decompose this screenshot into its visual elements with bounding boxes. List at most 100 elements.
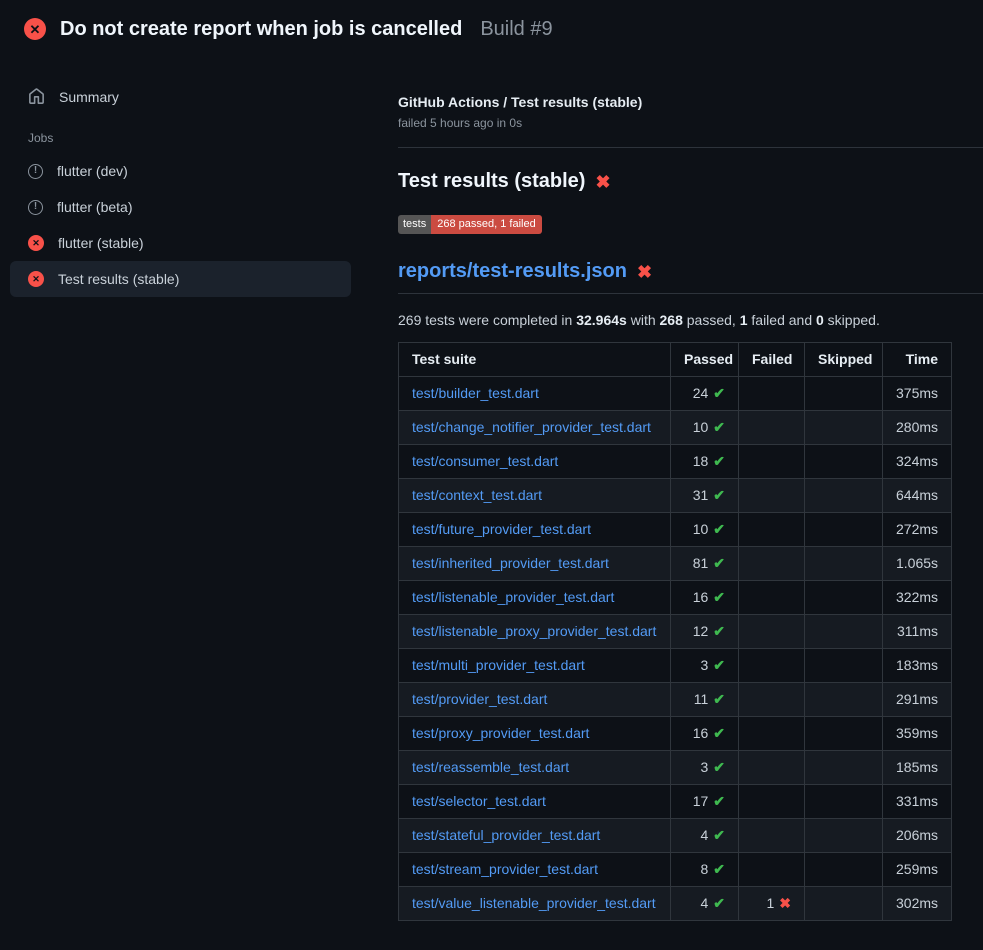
summary-text: skipped. (824, 312, 880, 328)
table-row: test/change_notifier_provider_test.dart 1… (399, 411, 952, 445)
build-number: Build #9 (480, 18, 552, 41)
report-file-link[interactable]: reports/test-results.json (398, 260, 627, 283)
suite-link[interactable]: test/future_provider_test.dart (412, 521, 591, 537)
suite-link[interactable]: test/consumer_test.dart (412, 453, 558, 469)
table-row: test/value_listenable_provider_test.dart… (399, 887, 952, 921)
suite-link[interactable]: test/provider_test.dart (412, 691, 547, 707)
sidebar-item-test-results-stable[interactable]: ✕ Test results (stable) (10, 261, 351, 297)
failed-cell: 1✖ (739, 887, 805, 921)
test-results-table: Test suitePassedFailedSkippedTime test/b… (398, 342, 952, 921)
section-heading: Test results (stable) ✖ (398, 170, 983, 193)
skipped-cell (805, 581, 883, 615)
check-icon: ✔ (713, 623, 725, 639)
check-icon: ✔ (713, 895, 725, 911)
suite-cell: test/context_test.dart (399, 479, 671, 513)
suite-link[interactable]: test/listenable_provider_test.dart (412, 589, 614, 605)
failed-cell-value: 1 (766, 895, 774, 911)
time-cell: 311ms (883, 615, 952, 649)
suite-link[interactable]: test/value_listenable_provider_test.dart (412, 895, 656, 911)
passed-cell: 10✔ (671, 513, 739, 547)
suite-link[interactable]: test/proxy_provider_test.dart (412, 725, 589, 741)
table-row: test/inherited_provider_test.dart81✔1.06… (399, 547, 952, 581)
skipped-cell (805, 445, 883, 479)
cross-mark-icon: ✖ (637, 263, 652, 281)
failed-cell (739, 581, 805, 615)
suite-link[interactable]: test/stream_provider_test.dart (412, 861, 598, 877)
suite-link[interactable]: test/inherited_provider_test.dart (412, 555, 609, 571)
sidebar-item-label: flutter (stable) (58, 235, 144, 251)
failed-cell (739, 853, 805, 887)
passed-cell-value: 81 (693, 555, 709, 571)
suite-cell: test/listenable_provider_test.dart (399, 581, 671, 615)
suite-link[interactable]: test/change_notifier_provider_test.dart (412, 419, 651, 435)
column-header-passed: Passed (671, 343, 739, 377)
table-row: test/provider_test.dart11✔291ms (399, 683, 952, 717)
summary-value: 32.964s (576, 312, 627, 328)
breadcrumb: GitHub Actions / Test results (stable) (398, 94, 983, 110)
section-title: Test results (stable) (398, 170, 585, 193)
passed-cell: 10✔ (671, 411, 739, 445)
home-icon (28, 88, 45, 105)
suite-link[interactable]: test/multi_provider_test.dart (412, 657, 585, 673)
check-icon: ✔ (713, 657, 725, 673)
passed-cell: 16✔ (671, 717, 739, 751)
sidebar-item-summary[interactable]: Summary (10, 78, 351, 115)
table-row: test/consumer_test.dart18✔324ms (399, 445, 952, 479)
summary-value: 0 (816, 312, 824, 328)
check-icon: ✔ (713, 419, 725, 435)
table-header-row: Test suitePassedFailedSkippedTime (399, 343, 952, 377)
check-icon: ✔ (713, 487, 725, 503)
sidebar: Summary Jobs ! flutter (dev) ! flutter (… (0, 56, 374, 297)
failed-cell (739, 649, 805, 683)
summary-text: passed, (683, 312, 740, 328)
time-cell: 302ms (883, 887, 952, 921)
summary-value: 1 (740, 312, 748, 328)
sidebar-item-flutter-dev[interactable]: ! flutter (dev) (10, 153, 351, 189)
status-line: failed 5 hours ago in 0s (398, 116, 983, 130)
skipped-cell (805, 819, 883, 853)
failed-cell (739, 377, 805, 411)
failed-cell (739, 785, 805, 819)
suite-link[interactable]: test/listenable_proxy_provider_test.dart (412, 623, 656, 639)
suite-cell: test/proxy_provider_test.dart (399, 717, 671, 751)
test-summary-line: 269 tests were completed in 32.964s with… (398, 312, 983, 328)
suite-link[interactable]: test/stateful_provider_test.dart (412, 827, 600, 843)
badge-label: tests (398, 215, 431, 234)
skipped-cell (805, 377, 883, 411)
summary-value: 268 (660, 312, 683, 328)
passed-cell: 4✔ (671, 887, 739, 921)
check-icon: ✔ (713, 793, 725, 809)
skipped-cell (805, 853, 883, 887)
suite-link[interactable]: test/selector_test.dart (412, 793, 546, 809)
skipped-cell (805, 479, 883, 513)
passed-cell-value: 3 (700, 759, 708, 775)
cross-mark-icon: ✖ (595, 173, 610, 191)
suite-link[interactable]: test/builder_test.dart (412, 385, 539, 401)
failed-cell (739, 479, 805, 513)
skipped-cell (805, 751, 883, 785)
badge-value: 268 passed, 1 failed (431, 215, 541, 234)
suite-link[interactable]: test/context_test.dart (412, 487, 542, 503)
passed-cell-value: 8 (700, 861, 708, 877)
report-heading: reports/test-results.json ✖ (398, 260, 983, 294)
summary-text: 269 tests were completed in (398, 312, 576, 328)
suite-link[interactable]: test/reassemble_test.dart (412, 759, 569, 775)
time-cell: 206ms (883, 819, 952, 853)
suite-cell: test/value_listenable_provider_test.dart (399, 887, 671, 921)
time-cell: 331ms (883, 785, 952, 819)
suite-cell: test/change_notifier_provider_test.dart (399, 411, 671, 445)
passed-cell: 17✔ (671, 785, 739, 819)
table-row: test/builder_test.dart24✔375ms (399, 377, 952, 411)
suite-cell: test/selector_test.dart (399, 785, 671, 819)
check-icon: ✔ (713, 759, 725, 775)
suite-cell: test/inherited_provider_test.dart (399, 547, 671, 581)
time-cell: 644ms (883, 479, 952, 513)
passed-cell: 12✔ (671, 615, 739, 649)
passed-cell: 3✔ (671, 751, 739, 785)
sidebar-item-flutter-stable[interactable]: ✕ flutter (stable) (10, 225, 351, 261)
sidebar-item-flutter-beta[interactable]: ! flutter (beta) (10, 189, 351, 225)
column-header-skipped: Skipped (805, 343, 883, 377)
time-cell: 324ms (883, 445, 952, 479)
check-icon: ✔ (713, 827, 725, 843)
table-row: test/stream_provider_test.dart8✔259ms (399, 853, 952, 887)
